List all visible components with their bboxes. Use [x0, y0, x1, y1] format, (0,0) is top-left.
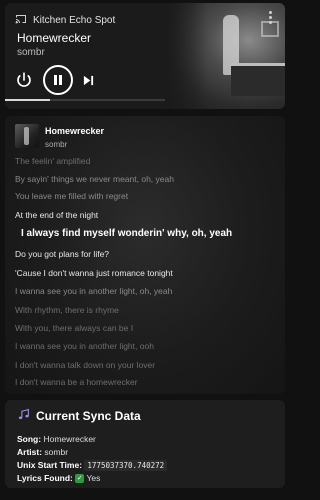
- sync-found-label: Lyrics Found:: [17, 473, 73, 483]
- lyric-line[interactable]: Do you got plans for life?: [15, 249, 109, 259]
- lyrics-card: Homewrecker sombr The feelin' amplified B…: [5, 116, 285, 394]
- lyrics-track-title: Homewrecker: [45, 126, 105, 136]
- lyric-line[interactable]: I don't wanna be a homewrecker: [15, 377, 138, 387]
- lyric-line[interactable]: With you, there always can be I: [15, 323, 133, 333]
- sync-song-value: Homewrecker: [43, 434, 96, 444]
- check-box-icon: ✓: [75, 474, 85, 484]
- sync-artist-value: sombr: [44, 447, 69, 457]
- sync-found-value: Yes: [86, 473, 101, 483]
- sync-artist-row: Artist: sombr: [17, 447, 68, 457]
- music-notes-icon: [17, 408, 30, 424]
- album-thumbnail: [15, 124, 39, 148]
- lyric-line[interactable]: I always find myself wonderin' why, oh, …: [21, 228, 232, 239]
- lyric-line[interactable]: By sayin' things we never meant, oh, yea…: [15, 174, 174, 184]
- sync-heading-text: Current Sync Data: [36, 409, 141, 423]
- lyric-line[interactable]: At the end of the night: [15, 210, 98, 220]
- lyric-line[interactable]: You leave me filled with regret: [15, 191, 128, 201]
- sync-start-row: Unix Start Time: 1775037370.740272: [17, 460, 168, 471]
- lyric-line[interactable]: I wanna see you in another light, oh, ye…: [15, 286, 172, 296]
- sync-data-card: Current Sync Data Song: Homewrecker Arti…: [5, 400, 285, 488]
- lyric-line[interactable]: I wanna see you in another light, ooh: [15, 341, 154, 351]
- sync-song-label: Song:: [17, 434, 42, 444]
- more-vert-icon[interactable]: [269, 11, 273, 24]
- lyric-line[interactable]: 'Cause I don't wanna just romance tonigh…: [15, 268, 173, 278]
- lyric-line[interactable]: With rhythm, there is rhyme: [15, 305, 119, 315]
- album-art: [165, 3, 285, 109]
- sync-start-label: Unix Start Time:: [17, 460, 83, 470]
- cast-icon: [15, 11, 27, 29]
- sync-found-row: Lyrics Found: ✓ Yes: [17, 473, 101, 484]
- cast-device-row[interactable]: Kitchen Echo Spot: [15, 11, 115, 29]
- skip-next-icon[interactable]: [83, 75, 94, 86]
- sync-heading: Current Sync Data: [17, 408, 141, 424]
- lyric-line[interactable]: I don't wanna talk down on your lover: [15, 360, 155, 370]
- pause-icon[interactable]: [43, 65, 73, 95]
- media-player-card: Kitchen Echo Spot Homewrecker sombr: [5, 3, 285, 109]
- lyrics-header: Homewrecker sombr: [15, 124, 104, 149]
- sync-start-value: 1775037370.740272: [84, 460, 168, 471]
- lyric-line[interactable]: The feelin' amplified: [15, 156, 90, 166]
- playback-controls: [15, 65, 94, 95]
- art-piano-shape: [231, 63, 285, 96]
- sync-artist-label: Artist:: [17, 447, 43, 457]
- sync-song-row: Song: Homewrecker: [17, 434, 96, 444]
- device-name: Kitchen Echo Spot: [33, 14, 116, 26]
- track-artist: sombr: [17, 47, 45, 58]
- power-icon[interactable]: [15, 71, 33, 89]
- track-title: Homewrecker: [17, 31, 92, 45]
- progress-bar[interactable]: [5, 99, 165, 101]
- lyrics-track-artist: sombr: [45, 140, 68, 149]
- progress-fill: [5, 99, 50, 101]
